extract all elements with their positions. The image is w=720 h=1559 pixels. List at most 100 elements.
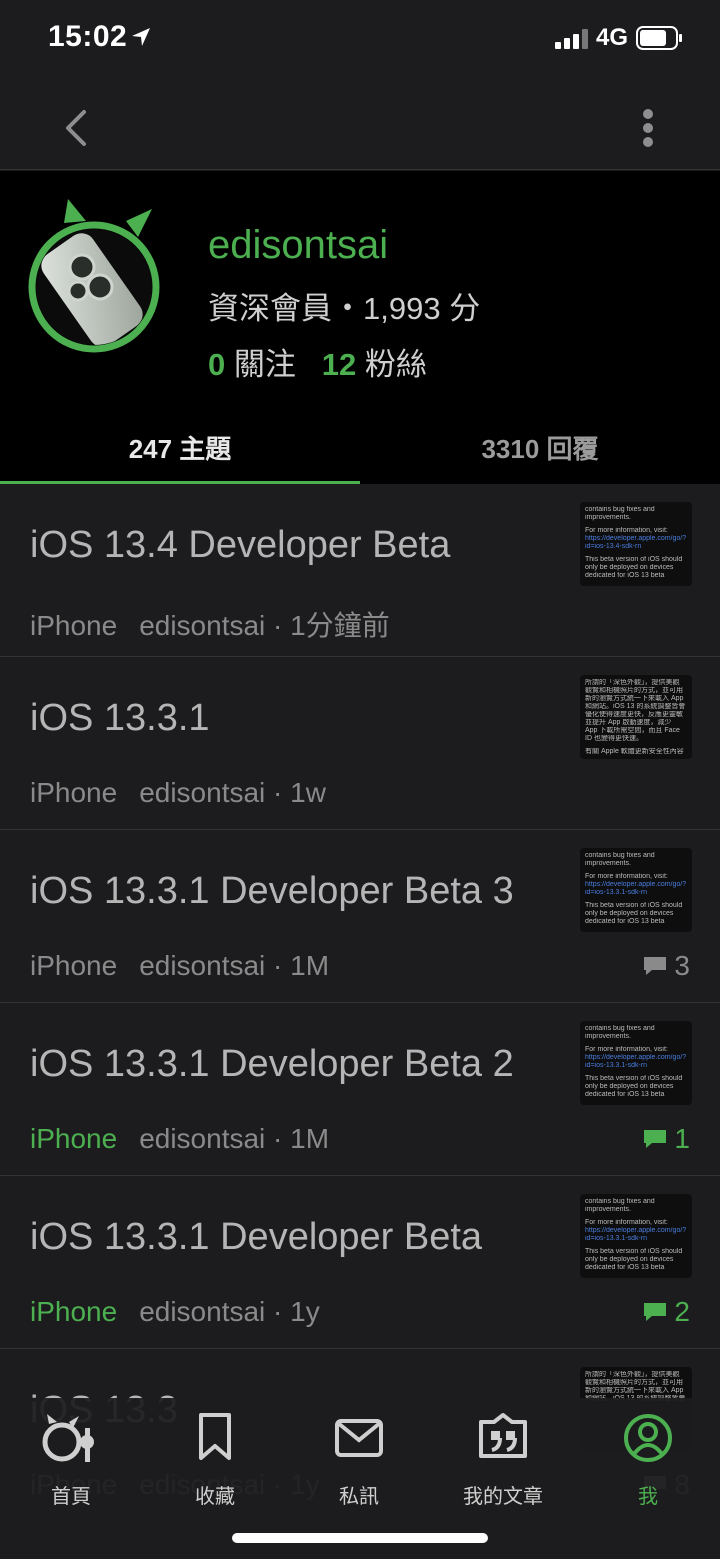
avatar[interactable] [26, 195, 166, 355]
thumbnail-text: https://developer.apple.com/go/? [585, 881, 687, 888]
thumbnail-text: 新的瀏覽方式統一下來載入 App [585, 1387, 684, 1394]
tab-bar-me[interactable]: 我 [588, 1412, 708, 1508]
status-bar: 15:02 4G [0, 0, 720, 80]
post-item[interactable]: iOS 13.3.1 Developer Beta 3 iPhone edisont… [0, 830, 720, 1003]
thumbnail-text: For more information, visit: [585, 1046, 668, 1053]
post-title: iOS 13.3.1 Developer Beta 2 [30, 1043, 514, 1085]
comment-count: 3 [674, 950, 690, 981]
comment-bubble-icon [644, 1130, 667, 1148]
more-button[interactable] [628, 100, 668, 156]
following-label[interactable]: 關注 [234, 347, 296, 382]
tab-bar-bookmarks[interactable]: 收藏 [155, 1412, 275, 1508]
comment-bubble-icon [644, 957, 667, 975]
thumbnail-text: dedicated for iOS 13 beta [585, 572, 665, 579]
thumbnail-text: id=ios-13.3.1-sdk-rn [585, 1235, 648, 1242]
thumbnail-text: 有關 Apple 軟體更新安全性內容 [585, 748, 684, 755]
thumbnail-text: improvements. [585, 860, 631, 867]
tab-bar-home-label: 首頁 [51, 1486, 91, 1508]
following-count[interactable]: 0 [208, 347, 225, 382]
tab-bar-messages[interactable]: 私訊 [299, 1412, 419, 1508]
thumbnail-text: For more information, visit: [585, 1219, 668, 1226]
thumbnail-text: This beta version of iOS should [585, 1075, 683, 1082]
post-category[interactable]: iPhone [30, 610, 117, 641]
thumbnail-text: 並提升 App 啟動速度，減少 [585, 719, 672, 726]
followers-count[interactable]: 12 [322, 347, 356, 382]
post-category[interactable]: iPhone [30, 950, 117, 981]
thumbnail-text: 優化使得速度更快，反應更靈敏 [585, 711, 683, 718]
thumbnail-text: ID 也變得更快速。 [585, 735, 643, 742]
tab-bar-my-posts[interactable]: 我的文章 [443, 1412, 563, 1508]
post-author-time: edisontsai · 1M [139, 950, 330, 981]
thumbnail-text: dedicated for iOS 13 beta [585, 918, 665, 925]
quote-icon [479, 1413, 527, 1458]
follow-stats: 0 關注 12 粉絲 [208, 339, 427, 384]
post-meta: iPhone edisontsai · 1M [30, 1123, 329, 1155]
tab-bar-me-label: 我 [638, 1486, 658, 1508]
post-author-time: edisontsai · 1w [139, 777, 326, 808]
bookmark-icon [199, 1413, 231, 1460]
post-author-time: edisontsai · 1M [139, 1123, 330, 1154]
post-thumbnail: 所謂的「深色外觀」，提供美觀 觀覽和相機照片的方式，並可用 新的瀏覽方式統一下來載入… [580, 675, 692, 759]
thumbnail-text: 觀覽和相機照片的方式，並可用 [585, 1379, 683, 1386]
more-vertical-icon [643, 109, 653, 147]
thumbnail-text: improvements. [585, 1206, 631, 1213]
post-meta: iPhone edisontsai · 1y [30, 1296, 320, 1328]
thumbnail-text: 觀覽和相機照片的方式，並可用 [585, 687, 683, 694]
comment-count: 1 [674, 1123, 690, 1154]
thumbnail-text: id=ios-13.3.1-sdk-rn [585, 889, 648, 896]
battery-icon [636, 26, 682, 50]
thumbnail-text: only be deployed on devices [585, 1083, 674, 1090]
location-arrow-icon [132, 28, 150, 46]
thumbnail-text: App 下載所需空間，而且 Face [585, 727, 680, 734]
post-category[interactable]: iPhone [30, 1123, 117, 1154]
network-label: 4G [596, 24, 629, 51]
thumbnail-text: improvements. [585, 514, 631, 521]
thumbnail-text: https://developer.apple.com/go/? [585, 535, 687, 542]
thumbnail-text: This beta version of iOS should [585, 556, 683, 563]
thumbnail-text: contains bug fixes and [585, 506, 655, 513]
thumbnail-text: This beta version of iOS should [585, 902, 683, 909]
post-item[interactable]: iOS 13.3.1 iPhone edisontsai · 1w 所謂的「深色外觀」… [0, 657, 720, 830]
post-item[interactable]: iOS 13.3.1 Developer Beta 2 iPhone edisont… [0, 1003, 720, 1176]
tab-replies[interactable]: 3310 回覆 [360, 411, 720, 484]
comment-count: 2 [674, 1296, 690, 1327]
post-author-time: edisontsai · 1y [139, 1296, 320, 1327]
comment-count-badge: 2 [642, 1296, 690, 1328]
person-icon [624, 1414, 672, 1462]
thumbnail-text: contains bug fixes and [585, 1025, 655, 1032]
thumbnail-text: improvements. [585, 1033, 631, 1040]
thumbnail-text: id=ios-13.4-sdk-rn [585, 543, 642, 550]
thumbnail-text: dedicated for iOS 13 beta [585, 1264, 665, 1271]
profile-tabs: 247 主題 3310 回覆 [0, 411, 720, 484]
profile-header: edisontsai 資深會員・1,993 分 0 關注 12 粉絲 247 主… [0, 171, 720, 484]
tab-bar-bookmarks-label: 收藏 [195, 1486, 235, 1508]
post-title: iOS 13.3.1 [30, 697, 210, 739]
post-title: iOS 13.3.1 Developer Beta 3 [30, 870, 514, 912]
followers-label[interactable]: 粉絲 [365, 347, 427, 382]
status-time: 15:02 [48, 20, 128, 53]
post-item[interactable]: iOS 13.4 Developer Beta iPhone edisontsai … [0, 484, 720, 657]
post-category[interactable]: iPhone [30, 1296, 117, 1327]
post-title: iOS 13.4 Developer Beta [30, 524, 451, 566]
nav-bar [0, 80, 720, 170]
comment-count-badge: 3 [642, 950, 690, 982]
comment-count-badge: 1 [642, 1123, 690, 1155]
tab-bar-home[interactable]: 首頁 [11, 1412, 131, 1508]
tab-topics[interactable]: 247 主題 [0, 411, 360, 484]
back-button[interactable] [52, 100, 98, 156]
thumbnail-text: id=ios-13.3.1-sdk-rn [585, 1062, 648, 1069]
post-thumbnail: contains bug fixes and improvements. For m… [580, 1194, 692, 1278]
tab-bar-messages-label: 私訊 [339, 1486, 379, 1508]
post-item[interactable]: iOS 13.3.1 Developer Beta iPhone edisontsa… [0, 1176, 720, 1349]
thumbnail-text: only be deployed on devices [585, 564, 674, 571]
post-list: iOS 13.4 Developer Beta iPhone edisontsai … [0, 484, 720, 1522]
thumbnail-text: only be deployed on devices [585, 1256, 674, 1263]
thumbnail-text: contains bug fixes and [585, 1198, 655, 1205]
username: edisontsai [208, 223, 389, 267]
chevron-left-icon [66, 110, 86, 146]
post-meta: iPhone edisontsai · 1M [30, 950, 329, 982]
thumbnail-text: 和網站。iOS 13 的系統調整皆會 [585, 703, 686, 710]
post-thumbnail: contains bug fixes and improvements. For m… [580, 502, 692, 586]
tab-bar-my-posts-label: 我的文章 [463, 1486, 543, 1508]
post-category[interactable]: iPhone [30, 777, 117, 808]
